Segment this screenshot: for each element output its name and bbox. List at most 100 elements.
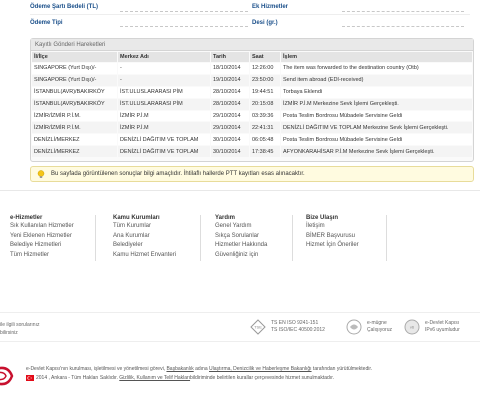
- table-cell: İZMİR/İZMİR P.İ.M.: [32, 122, 117, 134]
- footer-link[interactable]: BİMER Başvurusu: [306, 232, 359, 242]
- field-row-1: Ödeme Şartı Bedeli (TL) Ek Hizmetler: [30, 0, 470, 15]
- iso-cert[interactable]: TSE TS EN ISO 9241-151 TS ISO/IEC 40500:…: [250, 319, 325, 335]
- legal-text: tarafından yürütülmektedir.: [311, 366, 373, 372]
- table-cell: AFYONKARAHİSAR P.İ.M Merkezine Sevk İşle…: [281, 146, 472, 158]
- table-header-row: İl/İlçe Merkez Adı Tarih Saat İşlem: [32, 52, 472, 62]
- table-row: SINGAPORE (Yurt Dışı)/- -18/10/2014 12:26:…: [32, 63, 472, 74]
- table-cell: İZMİR/İZMİR P.İ.M.: [32, 110, 117, 122]
- table-cell: The item was forwarded to the destinatio…: [281, 63, 472, 74]
- footer-link[interactable]: Ana Kurumlar: [113, 232, 176, 242]
- col-header-saat: Saat: [250, 52, 280, 62]
- table-cell: 17:38:45: [250, 146, 280, 158]
- table-cell: İSTANBUL(AVR)/BAKIRKÖY: [32, 98, 117, 110]
- table-cell: DENİZLİ DAĞITIM VE TOPLAM Merkezine Sevk…: [281, 122, 472, 134]
- table-cell: DENİZLİ DAĞITIM VE TOPLAM: [118, 146, 210, 158]
- ipv6-line: IPv6 uyumludur: [425, 327, 460, 333]
- table-cell: Send item abroad (EDI-received): [281, 74, 472, 86]
- footer-link[interactable]: İletişim: [306, 222, 359, 232]
- table-row: SINGAPORE (Yurt Dışı)/- -19/10/2014 23:50:…: [32, 74, 472, 86]
- footer-col-ehizmetler: e-Hizmetler Sık Kullanılan Hizmetler Yen…: [10, 215, 74, 260]
- footer-separator: [200, 215, 201, 261]
- footer-link[interactable]: Sık Kullanılan Hizmetler: [10, 222, 74, 232]
- table-cell: Torbaya Eklendi: [281, 86, 472, 98]
- table-cell: İST.ULUSLARARASI PİM: [118, 86, 210, 98]
- info-text: Bu sayfada görüntülenen sonuçlar bilgi a…: [51, 171, 305, 177]
- footer-link[interactable]: Sıkça Sorulanlar: [215, 232, 267, 242]
- odeme-sarti-value: [120, 3, 248, 12]
- turkey-flag-icon: [26, 375, 34, 381]
- legal-text: e-Devlet Kapısı'nın kurulması, işletilme…: [26, 366, 167, 372]
- table-cell: -: [118, 74, 210, 86]
- col-header-il: İl/İlçe: [32, 52, 117, 62]
- tracking-panel: Kayıtlı Gönderi Hareketleri İl/İlçe Merk…: [30, 38, 474, 162]
- footer-link[interactable]: Güvenliğiniz için: [215, 251, 267, 261]
- table-cell: 22:41:31: [250, 122, 280, 134]
- table-cell: 28/10/2014: [211, 98, 249, 110]
- basbakanlik-link[interactable]: Başbakanlık: [166, 366, 193, 372]
- certificate-bar: ile ilgili sorularınız bilirsiniz TSE TS…: [0, 312, 480, 342]
- footer-link[interactable]: Hizmet İçin Öneriler: [306, 241, 359, 251]
- table-cell: 29/10/2014: [211, 110, 249, 122]
- help-note-line: ile ilgili sorularınız: [0, 322, 40, 328]
- table-cell: 18/10/2014: [211, 63, 249, 74]
- ipv6-line: e-Devlet Kapısı: [425, 320, 460, 326]
- table-cell: 19/10/2014: [211, 74, 249, 86]
- footer-col-yardim: Yardım Genel Yardım Sıkça Sorulanlar Hiz…: [215, 215, 267, 260]
- emegne-line: e-mügne: [367, 320, 387, 326]
- table-cell: 30/10/2014: [211, 134, 249, 146]
- emegne-logo-icon: [346, 319, 362, 335]
- ek-hizmetler-value: [342, 3, 464, 12]
- legal-line-1: e-Devlet Kapısı'nın kurulması, işletilme…: [26, 366, 372, 372]
- desi-label: Desi (gr.): [252, 19, 278, 26]
- ipv6-logo-icon: v6: [404, 319, 420, 335]
- footer-col-title: Bize Ulaşın: [306, 215, 339, 221]
- footer-link[interactable]: Tüm Kurumlar: [113, 222, 176, 232]
- table-cell: 19:44:51: [250, 86, 280, 98]
- privacy-link[interactable]: Gizlilik, Kullanım ve Telif Hakları: [119, 375, 190, 381]
- table-cell: DENİZLİ/MERKEZ: [32, 146, 117, 158]
- footer-link[interactable]: Yeni Eklenen Hizmetler: [10, 232, 74, 242]
- desi-value: [342, 18, 464, 27]
- legal-line-2: 2014 , Ankara - Tüm Hakları Saklıdır. Gi…: [26, 375, 334, 381]
- table-cell: İZMİR P.İ.M: [118, 122, 210, 134]
- footer-link[interactable]: Kamu Hizmet Envanteri: [113, 251, 176, 261]
- svg-text:TSE: TSE: [254, 325, 262, 330]
- table-row: İZMİR/İZMİR P.İ.M. İZMİR P.İ.M 29/10/2014 2…: [32, 122, 472, 134]
- col-header-islem: İşlem: [281, 52, 472, 62]
- iso-line: TS EN ISO 9241-151: [271, 320, 319, 326]
- info-notice: Bu sayfada görüntülenen sonuçlar bilgi a…: [30, 166, 474, 182]
- tracking-table: İl/İlçe Merkez Adı Tarih Saat İşlem SING…: [31, 51, 473, 158]
- footer-col-title: e-Hizmetler: [10, 215, 43, 221]
- iso-line: TS ISO/IEC 40500:2012: [271, 327, 325, 333]
- table-row: DENİZLİ/MERKEZ DENİZLİ DAĞITIM VE TOPLAM 3…: [32, 134, 472, 146]
- divider: [0, 190, 480, 191]
- table-cell: İSTANBUL(AVR)/BAKIRKÖY: [32, 86, 117, 98]
- table-cell: 29/10/2014: [211, 122, 249, 134]
- odeme-tipi-label: Ödeme Tipi: [30, 19, 63, 26]
- footer-col-title: Kamu Kurumları: [113, 215, 160, 221]
- bakanlik-link[interactable]: Ulaştırma, Denizcilik ve Haberleşme Baka…: [209, 366, 312, 372]
- table-cell: İST.ULUSLARARASI PİM: [118, 98, 210, 110]
- table-row: DENİZLİ/MERKEZ DENİZLİ DAĞITIM VE TOPLAM 3…: [32, 146, 472, 158]
- emegne-cert[interactable]: e-mügne Çalışıyoruz: [346, 319, 392, 335]
- footer-link[interactable]: Belediye Hizmetleri: [10, 241, 74, 251]
- table-cell: DENİZLİ DAĞITIM VE TOPLAM: [118, 134, 210, 146]
- odeme-tipi-value: [120, 18, 248, 27]
- table-cell: 20:15:08: [250, 98, 280, 110]
- footer-link[interactable]: Hizmetler Hakkında: [215, 241, 267, 251]
- field-row-2: Ödeme Tipi Desi (gr.): [30, 15, 470, 30]
- table-cell: İZMİR P.İ.M: [118, 110, 210, 122]
- footer-link[interactable]: Genel Yardım: [215, 222, 267, 232]
- iso-badge-icon: TSE: [250, 319, 266, 335]
- odeme-sarti-label: Ödeme Şartı Bedeli (TL): [30, 4, 99, 10]
- ek-hizmetler-label: Ek Hizmetler: [252, 4, 289, 10]
- footer-separator: [292, 215, 293, 261]
- table-cell: 06:05:48: [250, 134, 280, 146]
- footer-link[interactable]: Belediyeler: [113, 241, 176, 251]
- table-cell: Posta Teslim Bordrosu Mübadele Servisine…: [281, 134, 472, 146]
- footer-link[interactable]: Tüm Hizmetler: [10, 251, 74, 261]
- table-cell: SINGAPORE (Yurt Dışı)/-: [32, 63, 117, 74]
- legal-footer: e-Devlet Kapısı'nın kurulması, işletilme…: [0, 363, 480, 393]
- footer-col-iletisim: Bize Ulaşın İletişim BİMER Başvurusu Hiz…: [306, 215, 359, 251]
- ipv6-cert[interactable]: v6 e-Devlet Kapısı IPv6 uyumludur: [404, 319, 460, 335]
